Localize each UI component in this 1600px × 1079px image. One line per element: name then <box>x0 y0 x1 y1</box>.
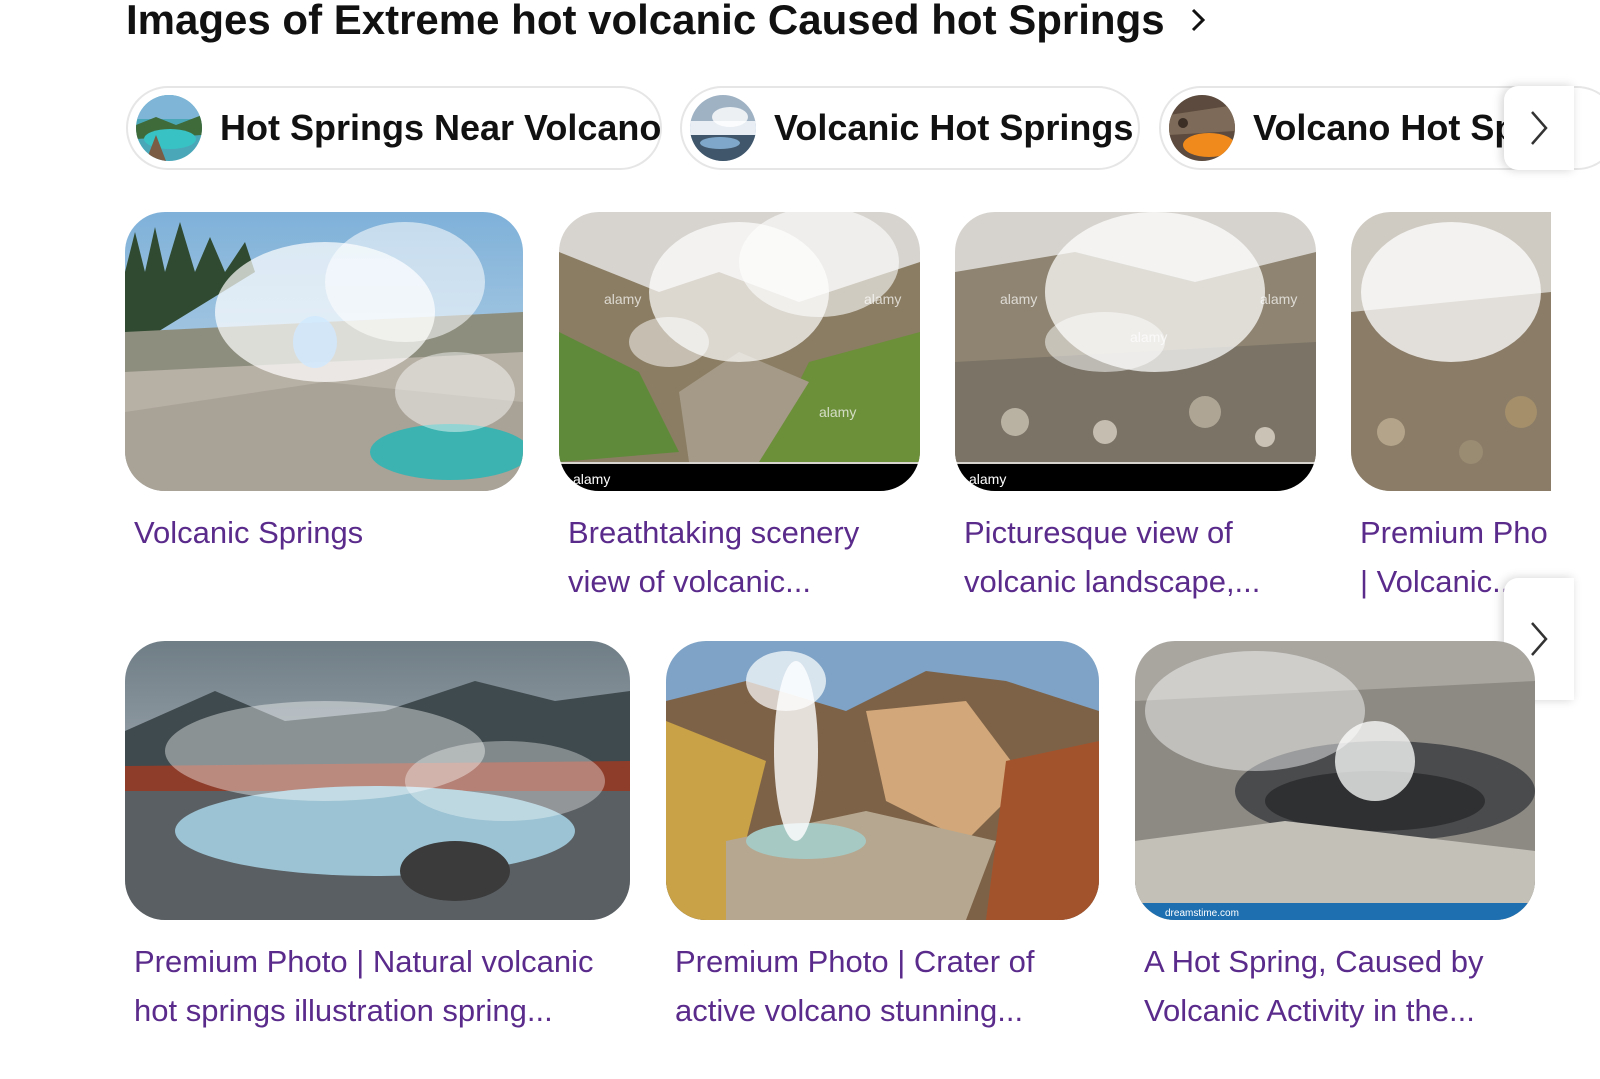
chip-hot-springs-near-volcano[interactable]: Hot Springs Near Volcano <box>126 86 662 170</box>
image-breathtaking-scenery[interactable]: alamy alamy alamy alamy <box>559 212 920 491</box>
chevron-right-icon <box>1531 622 1548 656</box>
chip-thumbnail <box>1169 95 1235 161</box>
svg-text:alamy: alamy <box>1000 291 1037 307</box>
chip-thumbnail <box>136 95 202 161</box>
image-crater-of-active-volcano[interactable] <box>666 641 1099 920</box>
chip-label: Volcano Hot Spr <box>1253 107 1531 148</box>
watermark-alamy: alamy <box>969 471 1006 487</box>
caption-natural-volcanic-hot-springs[interactable]: Premium Photo | Natural volcanic hot spr… <box>134 937 634 1035</box>
image-picturesque-view[interactable]: alamy alamy alamy alamy <box>955 212 1316 491</box>
svg-text:alamy: alamy <box>819 404 856 420</box>
caption-crater-of-active-volcano[interactable]: Premium Photo | Crater of active volcano… <box>675 937 1105 1035</box>
chevron-right-icon <box>1531 111 1548 145</box>
image-premium-photo-volcanic[interactable] <box>1351 212 1551 491</box>
caption-picturesque-view[interactable]: Picturesque view of volcanic landscape,.… <box>964 508 1324 606</box>
caption-hot-spring-volcanic-activity[interactable]: A Hot Spring, Caused by Volcanic Activit… <box>1144 937 1544 1035</box>
watermark-alamy: alamy <box>573 471 610 487</box>
image-hot-spring-volcanic-activity[interactable]: dreamstime.com <box>1135 641 1535 920</box>
image-natural-volcanic-hot-springs[interactable] <box>125 641 630 920</box>
chip-volcanic-hot-springs[interactable]: Volcanic Hot Springs <box>680 86 1140 170</box>
watermark-dreamstime: dreamstime.com <box>1165 908 1239 919</box>
chevron-right-icon <box>1191 8 1205 32</box>
chip-label: Hot Springs Near Volcano <box>220 107 662 148</box>
chip-label: Volcanic Hot Springs <box>774 107 1134 148</box>
related-searches: Hot Springs Near Volcano Volcanic Hot Sp… <box>126 86 1600 172</box>
caption-volcanic-springs[interactable]: Volcanic Springs <box>134 508 524 557</box>
caption-breathtaking-scenery[interactable]: Breathtaking scenery view of volcanic... <box>568 508 928 606</box>
chip-thumbnail <box>690 95 756 161</box>
svg-text:alamy: alamy <box>1260 291 1297 307</box>
svg-text:alamy: alamy <box>604 291 641 307</box>
image-volcanic-springs[interactable] <box>125 212 523 491</box>
chips-next-button[interactable] <box>1504 86 1574 170</box>
section-title: Images of Extreme hot volcanic Caused ho… <box>126 0 1165 43</box>
svg-text:alamy: alamy <box>864 291 901 307</box>
svg-text:alamy: alamy <box>1130 329 1167 345</box>
section-heading[interactable]: Images of Extreme hot volcanic Caused ho… <box>126 0 1213 46</box>
